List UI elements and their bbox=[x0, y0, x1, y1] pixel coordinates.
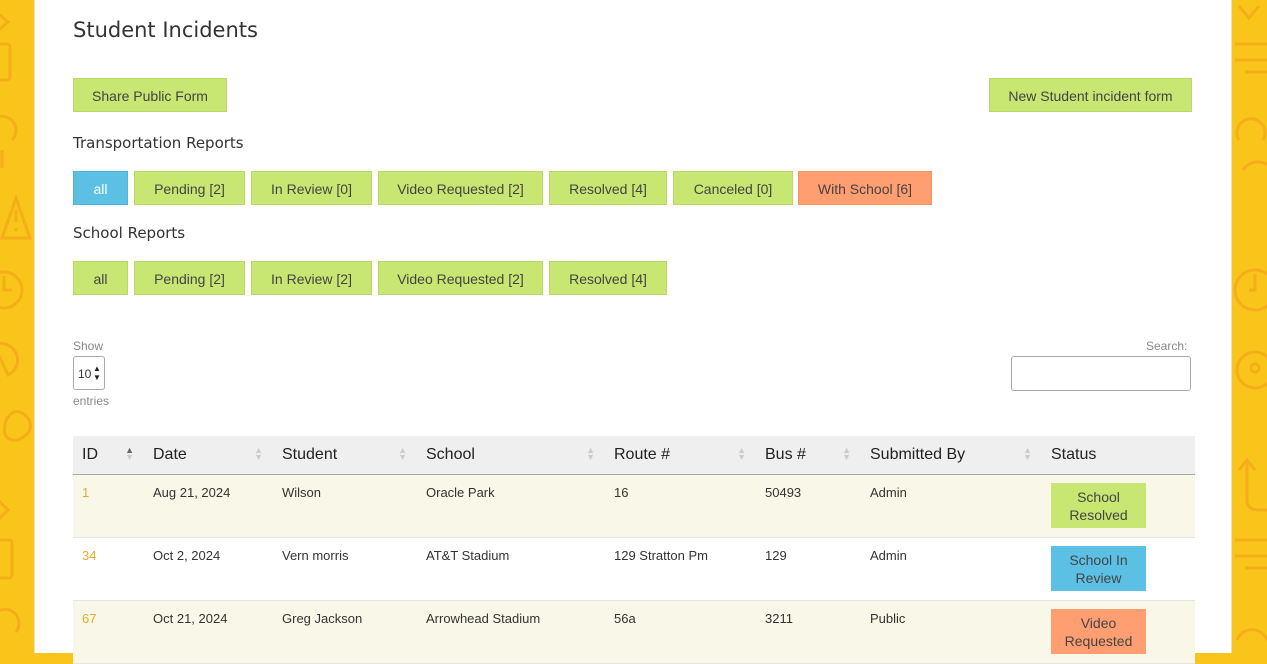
cell-student: Wilson bbox=[282, 484, 322, 500]
arrow-icon-2 bbox=[0, 499, 11, 521]
col-header-id-label: ID bbox=[82, 445, 98, 463]
show-label: Show bbox=[73, 339, 104, 353]
cell-date: Oct 2, 2024 bbox=[153, 547, 221, 563]
sort-icon: ▲ ▼ bbox=[842, 445, 851, 462]
school-filter-resolved[interactable]: Resolved [4] bbox=[549, 261, 667, 295]
col-header-bus[interactable]: Bus # ▲ ▼ bbox=[756, 436, 861, 475]
cell-date: Oct 21, 2024 bbox=[153, 610, 228, 626]
cell-submitted-by: Admin bbox=[870, 547, 907, 563]
pin-icon bbox=[0, 341, 20, 377]
transport-filter-in-review[interactable]: In Review [0] bbox=[251, 171, 372, 205]
sort-icon: ▲ ▼ bbox=[398, 445, 407, 462]
cloud-icon bbox=[0, 114, 18, 168]
cell-route: 16 bbox=[614, 484, 629, 500]
cloud-icon bbox=[1235, 117, 1267, 141]
transportation-reports-title: Transportation Reports bbox=[73, 134, 244, 152]
sort-icon: ▲ ▼ bbox=[254, 445, 263, 462]
phone-icon-2 bbox=[0, 538, 14, 580]
table-row[interactable]: 34 Oct 2, 2024 Vern morris AT&T Stadium … bbox=[73, 537, 1195, 600]
cell-bus: 3211 bbox=[765, 610, 793, 626]
col-header-submitted-by-label: Submitted By bbox=[870, 445, 966, 463]
incident-id-link[interactable]: 67 bbox=[82, 611, 96, 626]
col-header-route[interactable]: Route # ▲ ▼ bbox=[605, 436, 756, 475]
cell-bus: 50493 bbox=[765, 484, 802, 500]
cloud-icon-2 bbox=[1241, 160, 1267, 171]
cell-submitted-by: Public bbox=[870, 610, 906, 626]
route-icon bbox=[1237, 457, 1267, 512]
cell-student: Greg Jackson bbox=[282, 610, 363, 626]
arrow-icon bbox=[1237, 5, 1261, 21]
incident-id-link[interactable]: 34 bbox=[82, 548, 96, 563]
transport-filter-with-school[interactable]: With School [6] bbox=[798, 171, 932, 205]
table-row[interactable]: 1 Aug 21, 2024 Wilson Oracle Park 16 504… bbox=[73, 474, 1195, 537]
col-header-school-label: School bbox=[426, 445, 475, 463]
col-header-submitted-by[interactable]: Submitted By ▲ ▼ bbox=[861, 436, 1042, 475]
school-reports-title: School Reports bbox=[73, 224, 186, 242]
school-filter-in-review[interactable]: In Review [2] bbox=[251, 261, 372, 295]
col-header-id[interactable]: ID ▲ ▼ bbox=[73, 436, 144, 475]
col-header-route-label: Route # bbox=[614, 445, 671, 463]
transport-filter-resolved[interactable]: Resolved [4] bbox=[549, 171, 667, 205]
col-header-bus-label: Bus # bbox=[765, 445, 806, 463]
sort-icon: ▲ ▼ bbox=[586, 445, 595, 462]
search-input[interactable] bbox=[1011, 356, 1191, 391]
cell-date: Aug 21, 2024 bbox=[153, 484, 231, 500]
phone-icon bbox=[0, 42, 12, 82]
cell-submitted-by: Admin bbox=[870, 484, 907, 500]
cell-student: Vern morris bbox=[282, 547, 349, 563]
table-header-row: ID ▲ ▼ Date ▲ ▼ Student ▲ ▼ School ▲ ▼ Route # ▲ ▼… bbox=[73, 436, 1195, 475]
table-row[interactable]: 67 Oct 21, 2024 Greg Jackson Arrowhead S… bbox=[73, 600, 1195, 663]
cell-bus: 129 bbox=[765, 547, 787, 563]
search-label: Search: bbox=[1146, 339, 1188, 353]
page-length-value: 10 bbox=[78, 367, 92, 381]
share-public-form-button[interactable]: Share Public Form bbox=[73, 78, 227, 112]
incident-id-link[interactable]: 1 bbox=[82, 485, 89, 500]
transport-filter-pending[interactable]: Pending [2] bbox=[134, 171, 245, 205]
left-decorative-pattern bbox=[0, 0, 34, 653]
transport-filter-all[interactable]: all bbox=[73, 171, 128, 205]
cell-school: AT&T Stadium bbox=[426, 547, 510, 563]
warning-icon bbox=[0, 193, 33, 240]
sort-icon: ▲ ▼ bbox=[1023, 445, 1032, 462]
page-title: Student Incidents bbox=[73, 18, 258, 42]
laptop-icon-2 bbox=[1235, 538, 1267, 570]
col-header-date-label: Date bbox=[153, 445, 187, 463]
cell-school: Arrowhead Stadium bbox=[426, 610, 541, 626]
status-badge[interactable]: Video Requested bbox=[1051, 608, 1146, 654]
status-badge[interactable]: School In Review bbox=[1051, 545, 1146, 591]
entries-label: entries bbox=[73, 394, 110, 408]
school-filter-video-requested[interactable]: Video Requested [2] bbox=[378, 261, 543, 295]
col-header-date[interactable]: Date ▲ ▼ bbox=[144, 436, 273, 475]
col-header-status-label: Status bbox=[1051, 445, 1097, 463]
sort-icon: ▲ ▼ bbox=[737, 445, 746, 462]
col-header-school[interactable]: School ▲ ▼ bbox=[417, 436, 605, 475]
col-header-status[interactable]: Status bbox=[1042, 436, 1195, 475]
incidents-table: ID ▲ ▼ Date ▲ ▼ Student ▲ ▼ School ▲ ▼ Route # ▲ ▼… bbox=[73, 436, 1195, 664]
arrow-icon bbox=[0, 13, 11, 31]
cloud-icon-3 bbox=[1235, 628, 1267, 641]
cell-route: 129 Stratton Pm bbox=[614, 547, 708, 563]
main-panel: Student Incidents Share Public Form New … bbox=[34, 0, 1232, 663]
cloud-icon-2 bbox=[3, 410, 32, 442]
school-filter-all[interactable]: all bbox=[73, 261, 128, 295]
col-header-student[interactable]: Student ▲ ▼ bbox=[273, 436, 417, 475]
laptop-icon bbox=[1235, 42, 1267, 74]
page-length-select[interactable]: 10 ▲ ▼ bbox=[73, 356, 105, 390]
cloud-icon-3 bbox=[0, 607, 21, 633]
new-student-incident-form-button[interactable]: New Student incident form bbox=[989, 78, 1192, 112]
right-decorative-pattern bbox=[1231, 0, 1267, 653]
transport-filter-canceled[interactable]: Canceled [0] bbox=[673, 171, 793, 205]
cell-school: Oracle Park bbox=[426, 484, 495, 500]
col-header-student-label: Student bbox=[282, 445, 338, 463]
transport-filter-video-requested[interactable]: Video Requested [2] bbox=[378, 171, 543, 205]
select-arrows-icon: ▲ ▼ bbox=[93, 364, 101, 382]
status-badge[interactable]: School Resolved bbox=[1051, 482, 1146, 528]
cell-route: 56a bbox=[614, 610, 636, 626]
sort-asc-icon: ▲ ▼ bbox=[125, 445, 134, 462]
school-filter-pending[interactable]: Pending [2] bbox=[134, 261, 245, 295]
